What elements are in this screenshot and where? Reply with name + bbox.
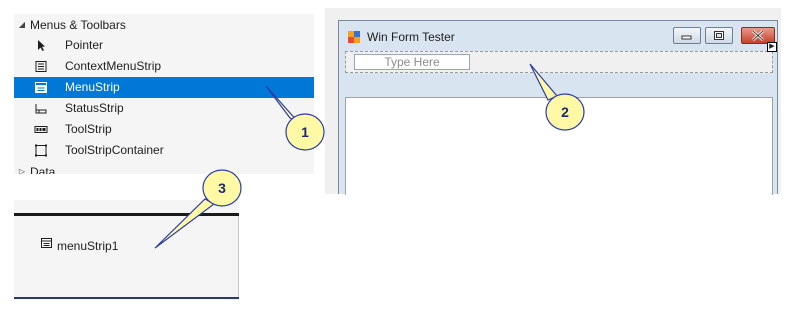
callout-2-number: 2 xyxy=(561,104,569,120)
callout-3: 3 xyxy=(154,169,242,249)
callout-2: 2 xyxy=(529,63,585,131)
callout-layer: 1 2 3 xyxy=(154,63,585,249)
callout-2-pointer xyxy=(529,63,558,101)
callout-3-number: 3 xyxy=(218,180,226,196)
callout-1: 1 xyxy=(265,85,325,151)
callout-3-pointer xyxy=(154,198,216,249)
callout-1-number: 1 xyxy=(301,124,309,140)
